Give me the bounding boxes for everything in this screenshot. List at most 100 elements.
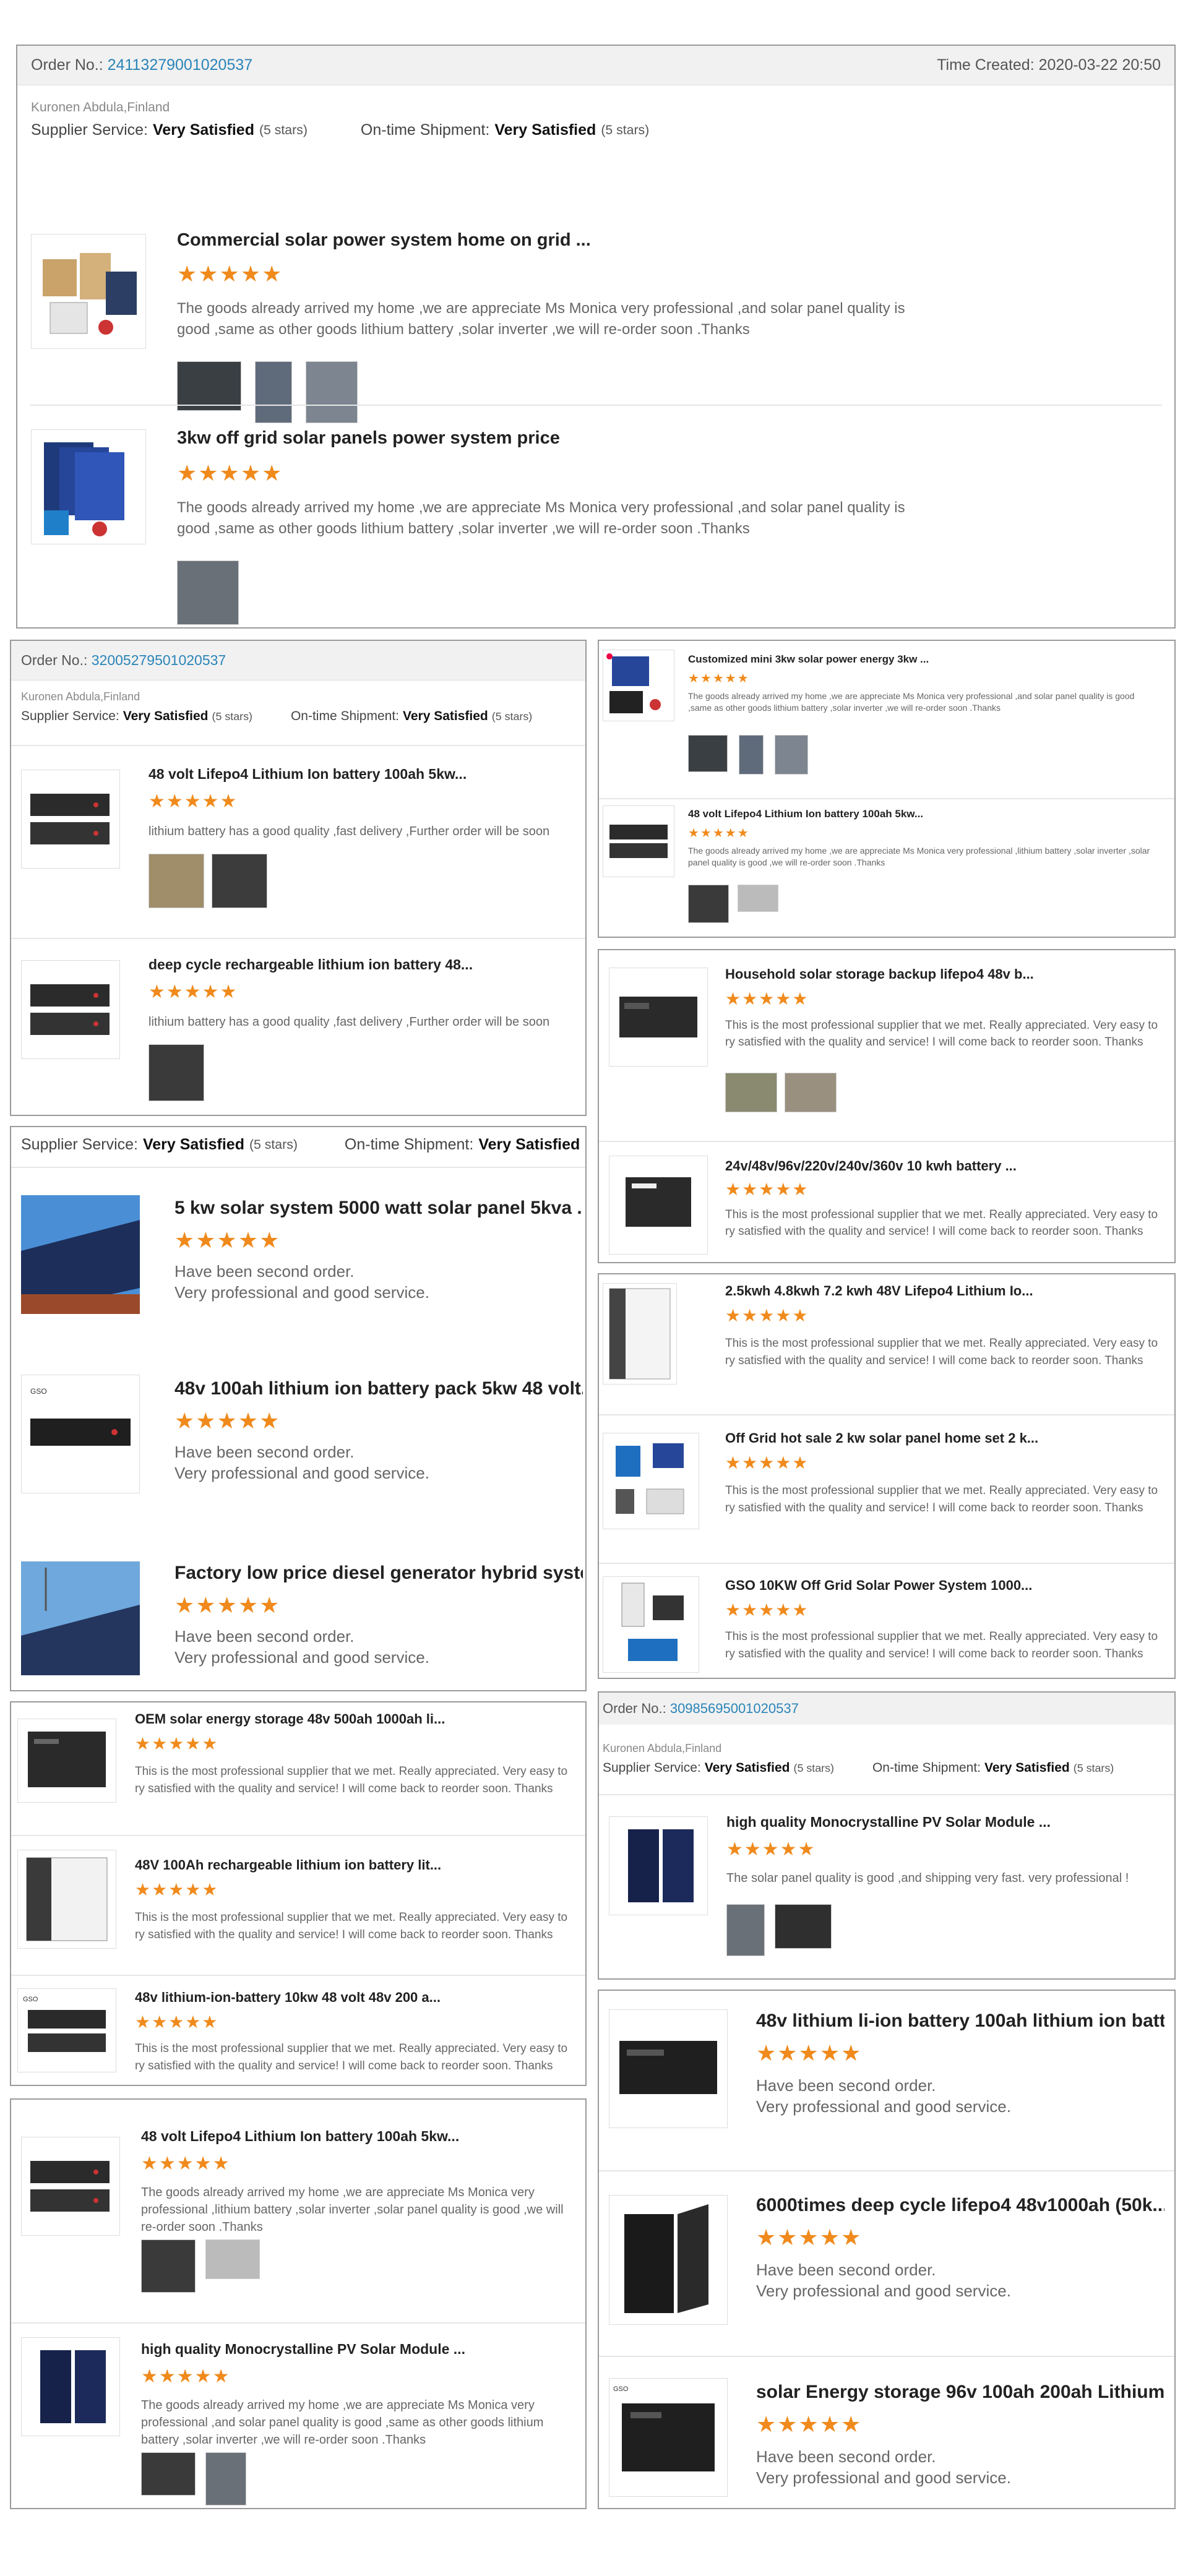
product-thumbnail[interactable] [609, 2195, 728, 2325]
time-created: 2020-03-22 20:50 [1038, 56, 1161, 74]
product-thumbnail[interactable] [603, 1433, 699, 1529]
product-title[interactable]: Customized mini 3kw solar power energy 3… [688, 653, 1158, 666]
review-photo[interactable] [775, 1904, 832, 1949]
review-photo[interactable] [688, 735, 728, 772]
order-number-link[interactable]: 24113279001020537 [108, 56, 253, 74]
product-thumbnail[interactable] [609, 968, 708, 1067]
review-item: 48 volt Lifepo4 Lithium Ion battery 100a… [11, 2100, 585, 2322]
product-title[interactable]: 48V 100Ah rechargeable lithium ion batte… [135, 1857, 568, 1873]
product-title[interactable]: 48 volt Lifepo4 Lithium Ion battery 100a… [688, 808, 1158, 820]
review-photo[interactable] [177, 560, 239, 625]
review-photo[interactable] [738, 885, 778, 912]
product-title[interactable]: 6000times deep cycle lifepo4 48v1000ah (… [756, 2195, 1164, 2216]
product-title[interactable]: Household solar storage backup lifepo4 4… [725, 966, 1158, 982]
product-thumbnail[interactable] [31, 429, 146, 544]
product-thumbnail[interactable]: GSO [17, 1988, 116, 2072]
service-ratings: Supplier Service: Very Satisfied (5 stars)… [21, 1136, 580, 1153]
review-item: GSO 48v 100ah lithium ion battery pack 5… [11, 1350, 585, 1532]
review-photo[interactable] [148, 854, 204, 908]
order-label: Order No.: [603, 1701, 666, 1716]
review-item: 5 kw solar system 5000 watt solar panel … [11, 1167, 585, 1349]
product-title[interactable]: Commercial solar power system home on gr… [177, 230, 919, 251]
rating-stars: ★★★★★ [756, 2411, 863, 2437]
review-photo[interactable] [141, 2239, 196, 2293]
review-photo[interactable] [725, 1073, 777, 1112]
product-thumbnail[interactable] [21, 2337, 120, 2436]
product-thumbnail[interactable] [609, 2009, 728, 2128]
review-photo[interactable] [205, 2239, 260, 2279]
review-text: The goods already arrived my home ,we ar… [141, 2398, 544, 2447]
review-photo[interactable] [785, 1073, 837, 1112]
product-title[interactable]: high quality Monocrystalline PV Solar Mo… [726, 1814, 1160, 1831]
product-title[interactable]: GSO 10KW Off Grid Solar Power System 100… [725, 1578, 1158, 1594]
review-item: 24v/48v/96v/220v/240v/360v 10 kwh batter… [599, 1141, 1174, 1262]
product-thumbnail[interactable]: GSO [609, 2378, 728, 2497]
review-photo[interactable] [148, 1044, 204, 1101]
product-title[interactable]: 24v/48v/96v/220v/240v/360v 10 kwh batter… [725, 1158, 1158, 1174]
product-title[interactable]: 48v lithium-ion-battery 10kw 48 volt 48v… [135, 1990, 568, 2006]
divider [11, 1835, 585, 1836]
product-thumbnail[interactable] [21, 2137, 120, 2236]
product-thumbnail[interactable] [21, 960, 120, 1059]
product-thumbnail[interactable] [609, 1816, 708, 1915]
review-text: The solar panel quality is good ,and shi… [726, 1871, 1129, 1885]
product-thumbnail[interactable] [603, 805, 674, 877]
product-title[interactable]: deep cycle rechargeable lithium ion batt… [148, 956, 575, 973]
review-photo[interactable] [177, 361, 241, 411]
product-title[interactable]: 48 volt Lifepo4 Lithium Ion battery 100a… [148, 766, 575, 783]
review-photo[interactable] [205, 2452, 246, 2505]
product-thumbnail[interactable] [603, 1283, 677, 1385]
product-thumbnail[interactable] [21, 1561, 140, 1675]
product-title[interactable]: solar Energy storage 96v 100ah 200ah Lit… [756, 2382, 1164, 2403]
product-thumbnail[interactable] [609, 1156, 708, 1255]
rating-stars: ★★★★★ [135, 2012, 219, 2032]
product-title[interactable]: 48 volt Lifepo4 Lithium Ion battery 100a… [141, 2128, 574, 2145]
review-photo[interactable] [726, 1904, 765, 1956]
review-item: 3kw off grid solar panels power system p… [17, 405, 1174, 627]
review-text: This is the most professional supplier t… [725, 1484, 1158, 1514]
order-number-link[interactable]: 32005279501020537 [92, 652, 226, 668]
rating-stars: ★★★★★ [174, 1408, 281, 1433]
product-thumbnail[interactable] [21, 1195, 140, 1314]
time-label: Time Created: [937, 56, 1035, 74]
product-title[interactable]: 3kw off grid solar panels power system p… [177, 428, 919, 449]
product-thumbnail[interactable] [17, 1719, 116, 1803]
review-photo[interactable] [775, 735, 808, 775]
product-thumbnail[interactable]: GSO [21, 1375, 140, 1493]
order-review-card: Order No.: 30985695001020537 Kuronen Abd… [598, 1691, 1176, 1980]
product-thumbnail[interactable] [21, 770, 120, 869]
product-thumbnail[interactable] [31, 234, 146, 349]
review-line-1: Have been second order. [756, 2076, 936, 2095]
review-card: Supplier Service: Very Satisfied (5 stars)… [10, 1126, 587, 1691]
buyer-name: Kuronen Abdula,Finland [21, 690, 140, 703]
product-title[interactable]: Factory low price diesel generator hybri… [174, 1563, 583, 1584]
review-text: The goods already arrived my home ,we ar… [688, 691, 1135, 713]
product-title[interactable]: 48v lithium li-ion battery 100ah lithium… [756, 2011, 1164, 2032]
rating-stars: ★★★★★ [135, 1880, 219, 1899]
product-title[interactable]: 48v 100ah lithium ion battery pack 5kw 4… [174, 1378, 583, 1399]
review-photo[interactable] [739, 735, 764, 775]
buyer-name: Kuronen Abdula,Finland [31, 100, 170, 114]
product-thumbnail[interactable] [17, 1850, 116, 1949]
product-title[interactable]: high quality Monocrystalline PV Solar Mo… [141, 2341, 574, 2358]
product-title[interactable]: Off Grid hot sale 2 kw solar panel home … [725, 1430, 1158, 1446]
divider [599, 2356, 1174, 2357]
product-title[interactable]: 2.5kwh 4.8kwh 7.2 kwh 48V Lifepo4 Lithiu… [725, 1283, 1158, 1299]
review-photo[interactable] [688, 885, 729, 923]
review-text: This is the most professional supplier t… [725, 1208, 1158, 1238]
review-item: OEM solar energy storage 48v 500ah 1000a… [11, 1702, 585, 1835]
review-photo[interactable] [141, 2452, 196, 2496]
order-number-link[interactable]: 30985695001020537 [670, 1701, 799, 1716]
rating-stars: ★★★★★ [688, 826, 750, 840]
review-photos [148, 1044, 204, 1101]
service-ratings: Supplier Service: Very Satisfied (5 stars)… [31, 121, 650, 139]
product-thumbnail[interactable] [603, 650, 674, 721]
review-item: high quality Monocrystalline PV Solar Mo… [11, 2322, 585, 2508]
review-photo[interactable] [212, 854, 267, 908]
review-photos [141, 2452, 246, 2505]
review-item: 2.5kwh 4.8kwh 7.2 kwh 48V Lifepo4 Lithiu… [599, 1274, 1174, 1414]
review-text: This is the most professional supplier t… [135, 1911, 568, 1941]
product-title[interactable]: 5 kw solar system 5000 watt solar panel … [174, 1198, 583, 1219]
product-thumbnail[interactable] [603, 1576, 699, 1673]
product-title[interactable]: OEM solar energy storage 48v 500ah 1000a… [135, 1711, 568, 1727]
